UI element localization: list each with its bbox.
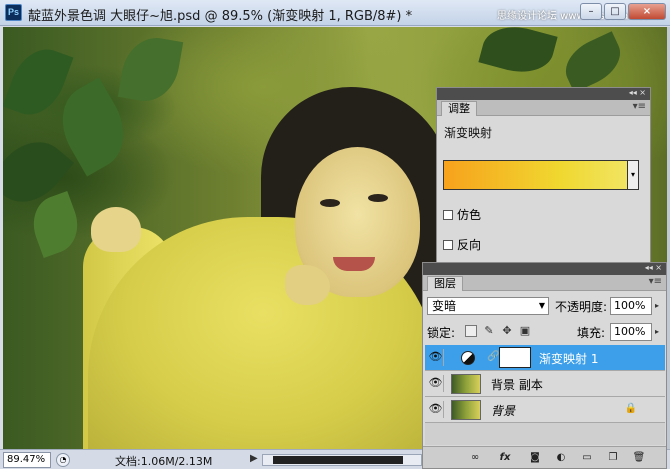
- panel-menu-icon[interactable]: ▾≡: [649, 276, 662, 287]
- close-button[interactable]: ×: [628, 3, 666, 20]
- eye-icon[interactable]: 👁: [428, 349, 444, 366]
- opacity-slider-arrow-icon[interactable]: ▸: [655, 297, 665, 315]
- status-menu-arrow-icon[interactable]: ▶: [250, 453, 258, 464]
- lock-brush-icon[interactable]: ✎: [483, 325, 495, 337]
- photo-hand: [91, 207, 141, 252]
- fill-slider-arrow-icon[interactable]: ▸: [655, 323, 665, 341]
- maximize-button[interactable]: □: [604, 3, 626, 20]
- lock-icon: 🔒: [624, 403, 637, 414]
- leaf-shape: [557, 31, 629, 93]
- leaf-shape: [24, 190, 87, 259]
- minimize-button[interactable]: –: [580, 3, 602, 20]
- layer-name: 背景: [491, 404, 516, 418]
- layer-name: 背景 副本: [491, 378, 543, 392]
- layer-list: 👁 🔗 渐变映射 1 👁 背景 副本 👁 背景 🔒: [425, 345, 665, 445]
- link-icon[interactable]: 🔗: [487, 351, 499, 362]
- photo-eye: [320, 199, 340, 207]
- layer-mask-thumbnail[interactable]: [499, 347, 531, 368]
- photo-hand: [285, 265, 330, 305]
- dither-label: 仿色: [457, 208, 482, 222]
- blend-mode-select[interactable]: 变暗 ▼: [427, 297, 549, 315]
- tab-layers[interactable]: 图层: [427, 276, 463, 291]
- layers-panel: ◂◂ × 图层 ▾≡ 变暗 ▼ 不透明度: 100% ▸ 锁定: ✎ ✥ ▣ 填…: [422, 262, 667, 469]
- delete-layer-icon[interactable]: 🗑: [631, 450, 647, 466]
- layer-name: 渐变映射 1: [539, 352, 599, 366]
- lock-label: 锁定:: [427, 326, 456, 340]
- eye-icon[interactable]: 👁: [428, 375, 444, 392]
- tab-adjustments[interactable]: 调整: [441, 101, 477, 116]
- gradient-picker[interactable]: ▾: [443, 160, 639, 190]
- photo-eye: [368, 194, 388, 202]
- panel-header-strip: ◂◂ ×: [423, 263, 666, 275]
- chevron-down-icon: ▼: [538, 301, 545, 310]
- lock-move-icon[interactable]: ✥: [501, 325, 513, 337]
- panel-header-strip: ◂◂ ×: [437, 88, 650, 100]
- title-bar: Ps 靛蓝外景色调 大眼仔~旭.psd @ 89.5% (渐变映射 1, RGB…: [0, 0, 670, 26]
- horizontal-scrollbar[interactable]: [262, 454, 422, 466]
- scrollbar-thumb[interactable]: [273, 456, 403, 464]
- adjustment-layer-icon: [461, 351, 475, 365]
- fill-label: 填充:: [577, 326, 606, 340]
- lock-row: 锁定: ✎ ✥ ▣ 填充: 100% ▸: [427, 323, 663, 343]
- zoom-field[interactable]: 89.47%: [3, 452, 51, 468]
- window-title: 靛蓝外景色调 大眼仔~旭.psd @ 89.5% (渐变映射 1, RGB/8#…: [28, 9, 413, 24]
- layer-row-gradient-map[interactable]: 👁 🔗 渐变映射 1: [425, 345, 665, 371]
- layers-footer: ∞ fx ◙ ◐ ▭ ❐ 🗑: [423, 446, 666, 468]
- panel-collapse-icon[interactable]: ◂◂ ×: [629, 88, 646, 97]
- panel-tab-bar: 调整 ▾≡: [437, 100, 650, 116]
- adjustments-panel: ◂◂ × 调整 ▾≡ 渐变映射 ▾ 仿色 反向: [436, 87, 651, 263]
- leaf-shape: [117, 32, 184, 107]
- new-adjustment-layer-icon[interactable]: ◐: [553, 450, 569, 466]
- panel-tab-bar: 图层 ▾≡: [423, 275, 666, 291]
- new-group-icon[interactable]: ▭: [579, 450, 595, 466]
- opacity-input[interactable]: 100%: [610, 297, 652, 315]
- layer-style-icon[interactable]: fx: [497, 450, 513, 466]
- adjustment-title: 渐变映射: [444, 126, 493, 140]
- layer-row-background-copy[interactable]: 👁 背景 副本: [425, 371, 665, 397]
- link-layers-icon[interactable]: ∞: [467, 450, 483, 466]
- fill-input[interactable]: 100%: [610, 323, 652, 341]
- layer-row-background[interactable]: 👁 背景 🔒: [425, 397, 665, 423]
- document-info: 文档:1.06M/2.13M: [115, 455, 213, 468]
- reverse-checkbox[interactable]: [443, 239, 453, 250]
- dither-checkbox[interactable]: [443, 209, 453, 220]
- blend-row: 变暗 ▼ 不透明度: 100% ▸: [427, 297, 663, 317]
- option-dither[interactable]: 仿色: [443, 206, 481, 223]
- gradient-dropdown-icon[interactable]: ▾: [627, 160, 639, 190]
- leaf-shape: [478, 27, 558, 81]
- lock-all-icon[interactable]: ▣: [519, 325, 531, 337]
- eye-icon[interactable]: 👁: [428, 401, 444, 418]
- layer-thumbnail: [451, 374, 481, 394]
- add-mask-icon[interactable]: ◙: [527, 450, 543, 466]
- photoshop-logo-icon: Ps: [5, 4, 22, 21]
- option-reverse[interactable]: 反向: [443, 236, 481, 253]
- lock-transparency-icon[interactable]: [465, 325, 477, 337]
- panel-collapse-icon[interactable]: ◂◂ ×: [645, 263, 662, 272]
- status-info-icon[interactable]: ◔: [56, 453, 70, 467]
- new-layer-icon[interactable]: ❐: [605, 450, 621, 466]
- layer-thumbnail: [451, 400, 481, 420]
- panel-menu-icon[interactable]: ▾≡: [633, 101, 646, 112]
- reverse-label: 反向: [457, 238, 482, 252]
- window-controls: – □ ×: [580, 3, 666, 20]
- opacity-label: 不透明度:: [555, 300, 608, 314]
